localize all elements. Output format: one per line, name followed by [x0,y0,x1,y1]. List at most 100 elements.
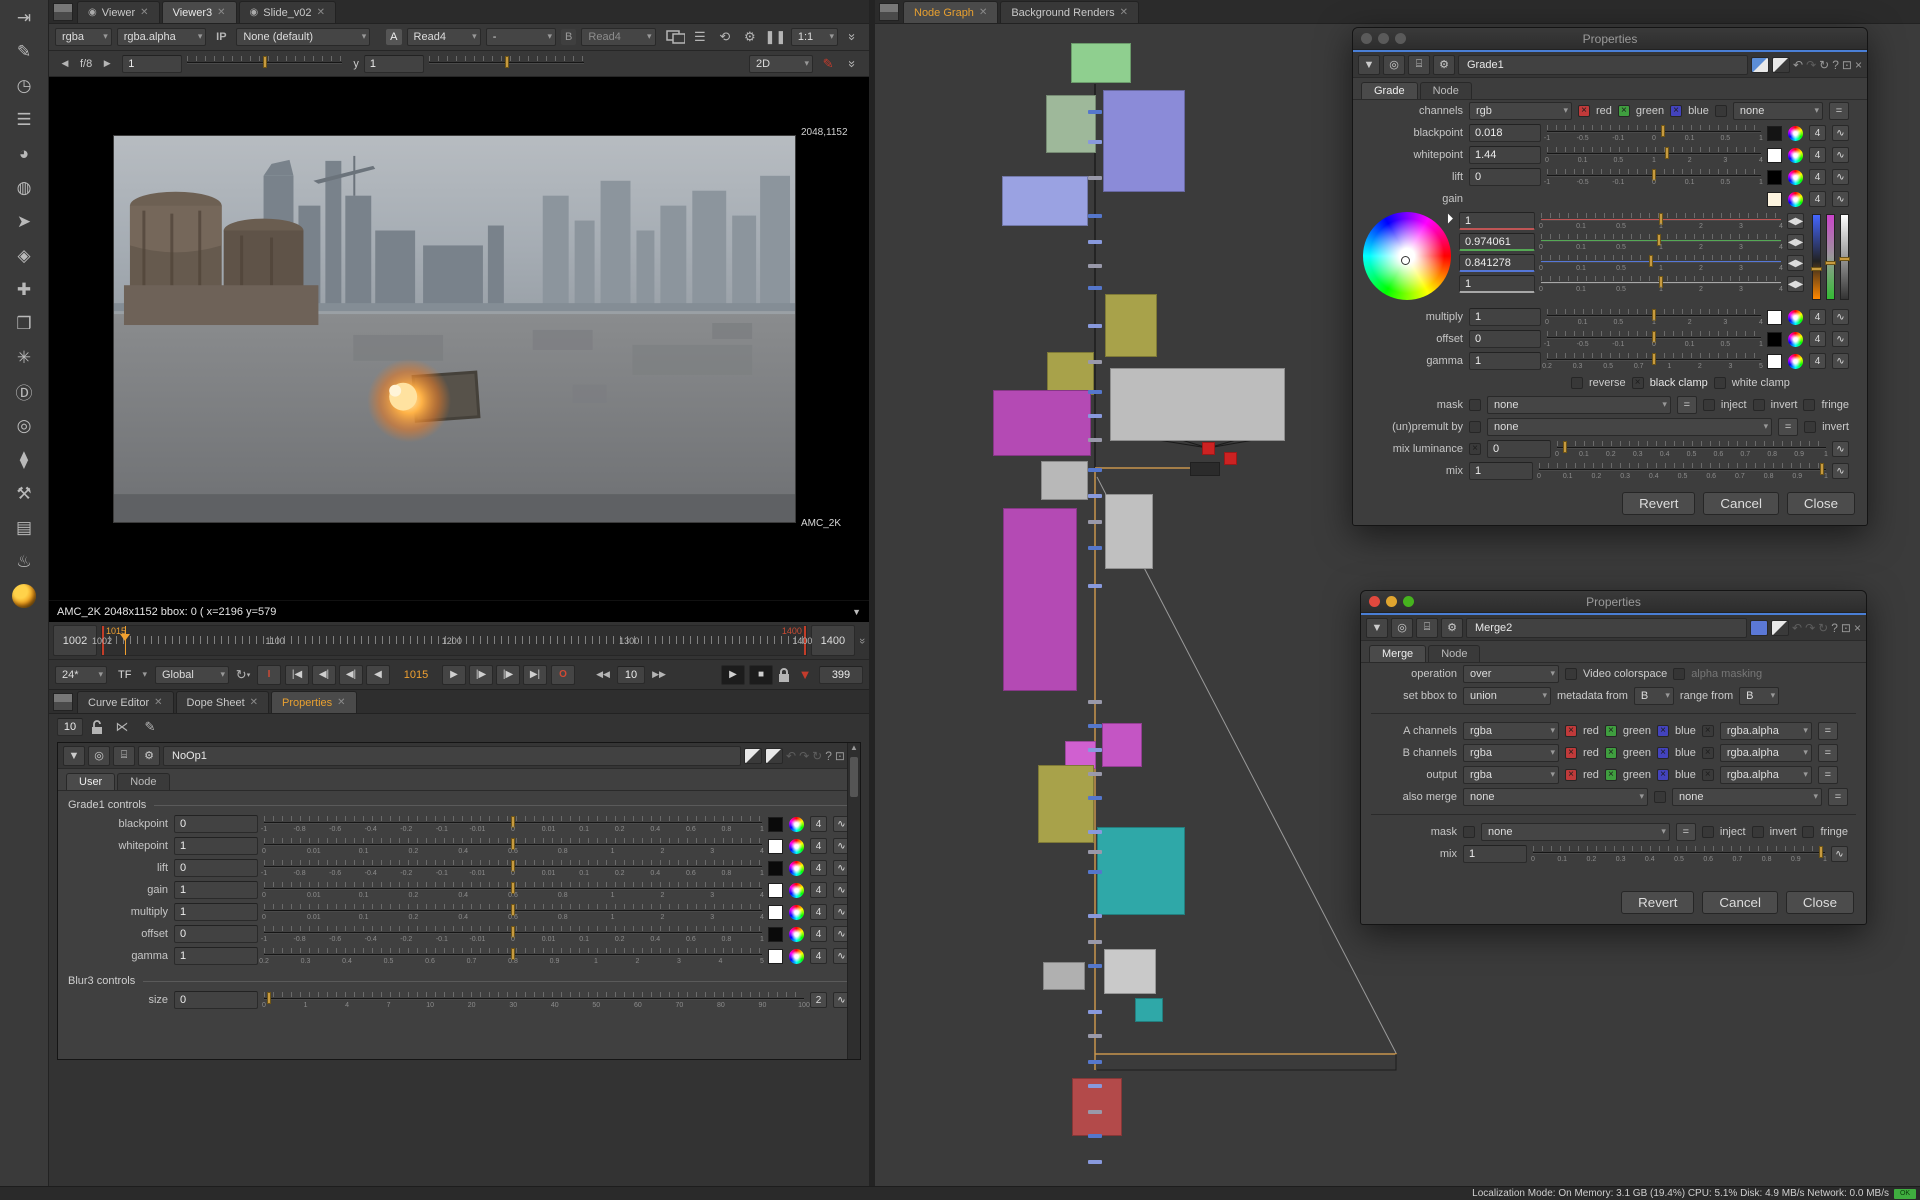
node-backdrop-5[interactable] [1047,352,1094,395]
gain-input[interactable]: 1 [122,55,182,73]
color-wheel-icon[interactable] [1788,192,1803,207]
wipe-mode-dropdown[interactable]: - [486,28,556,46]
knob-value-field[interactable]: 1 [174,903,258,921]
metadata-tag-icon[interactable]: ⧫ [11,448,37,471]
gain-channel-slider-1[interactable]: 00.10.51234 [1541,233,1781,251]
equals-button[interactable]: = [1778,418,1798,436]
color-wheel-icon[interactable] [789,927,804,942]
vertical-slider-0[interactable] [1812,214,1821,300]
equals-button[interactable]: = [1818,744,1838,762]
ng-pane-menu-button[interactable] [879,3,899,21]
node-backdrop-4[interactable] [1105,294,1157,357]
close-button[interactable]: Close [1786,891,1854,914]
blackpoint-slider[interactable]: -1-0.8-0.6-0.4-0.2-0.1-0.0100.010.10.20.… [264,815,762,833]
color-swatch[interactable] [1767,192,1782,207]
dock-tab-curve-editor[interactable]: Curve Editor✕ [77,691,174,713]
help-icon[interactable]: ? [1832,58,1839,72]
spine-node-dash[interactable] [1088,1084,1102,1088]
viewer-viewport[interactable]: 2048,1152 AMC_2K [49,77,869,601]
spine-node-dash[interactable] [1088,700,1102,704]
channel-check-label[interactable]: red [1583,769,1599,781]
color-wheel-cursor[interactable] [1401,256,1410,265]
color-wheel-icon[interactable] [789,861,804,876]
green-channel-checkbox[interactable]: × [1618,105,1630,117]
alpha-channel-checkbox[interactable]: × [1702,747,1714,759]
node-backdrop-3[interactable] [1002,176,1088,226]
spine-node-dash[interactable] [1088,1110,1102,1114]
float-window-icon[interactable]: ⊡ [1842,58,1852,72]
spine-node-dash[interactable] [1088,176,1102,180]
alpha-channel-checkbox[interactable]: × [1702,725,1714,737]
operation-dropdown[interactable]: over [1463,665,1559,683]
flipbook-marker-icon[interactable]: ▼ [795,666,815,684]
timeline-out-field[interactable]: 1400 [811,625,855,656]
green-channel-checkbox[interactable]: × [1605,725,1617,737]
a-input-dropdown[interactable]: Read4 [407,28,481,46]
knob-value-field[interactable]: 1 [174,881,258,899]
also-merge-dropdown2[interactable]: none [1672,788,1822,806]
channels-dropdown[interactable]: rgba [1463,722,1559,740]
info-dropdown-arrow[interactable]: ▼ [852,607,861,617]
jump-fwd-button[interactable]: ▶▶ [649,666,669,684]
color-swatch[interactable] [768,839,783,854]
alpha-channel-dropdown[interactable]: rgba.alpha [1720,722,1812,740]
equals-button[interactable]: = [1676,823,1696,841]
zoom-window-button[interactable] [1403,596,1414,607]
nuke-logo-icon[interactable] [12,584,36,608]
b-buffer-chip[interactable]: B [561,29,576,45]
spine-node-dash[interactable] [1088,264,1102,268]
stop-render-button[interactable]: ■ [749,665,773,685]
furnace-flame-icon[interactable]: ♨ [11,550,37,573]
node-backdrop-10[interactable] [1003,508,1077,691]
animation-curve-button[interactable]: ∿ [1832,125,1849,141]
blue-channel-checkbox[interactable]: × [1657,725,1669,737]
white-clamp-checkbox[interactable] [1714,377,1726,389]
color-swatch[interactable] [768,927,783,942]
timeline-chevron-icon[interactable]: » [856,637,868,643]
layer-dropdown[interactable]: rgba [55,28,112,46]
wrench-icon[interactable]: ⚙ [138,746,160,766]
fringe-checkbox[interactable] [1802,826,1814,838]
equals-button[interactable]: = [1818,766,1838,784]
mix-luminance-slider[interactable]: 00.10.20.30.40.50.60.70.80.91 [1557,440,1826,458]
vertical-slider-handle[interactable] [1839,257,1850,261]
channels-dropdown[interactable]: rgba [1463,744,1559,762]
split-channels-button[interactable]: 4 [1809,147,1826,163]
green-channel-checkbox[interactable]: × [1605,769,1617,781]
red-channel-checkbox[interactable]: × [1578,105,1590,117]
channels-dropdown[interactable]: rgb [1469,102,1572,120]
gain-channel-value[interactable]: 1 [1459,212,1535,230]
noop-tab-user[interactable]: User [66,773,115,790]
particles-icon[interactable]: ✳ [11,346,37,369]
alpha-channel-dropdown[interactable]: rgba.alpha [1720,744,1812,762]
whitepoint-slider[interactable]: 00.10.51234 [1547,146,1761,164]
toggle-panel-b-icon[interactable] [1772,57,1790,73]
spine-node-dash[interactable] [1088,1134,1102,1138]
mix-slider[interactable]: 00.10.20.30.40.50.60.70.80.91 [1539,462,1826,480]
mask-check-label[interactable]: invert [1770,826,1797,838]
tab-close-icon[interactable]: ✕ [979,7,987,18]
split-channels-button[interactable]: 4 [810,882,827,898]
merge-icon[interactable]: ◈ [11,244,37,267]
spine-node-dash[interactable] [1088,438,1102,442]
wrench-icon[interactable]: ⚙ [1441,618,1463,638]
spine-node-dash[interactable] [1088,110,1102,114]
time-icon[interactable]: ◷ [11,74,37,97]
gamma-slider[interactable] [429,55,584,73]
gain-slider[interactable]: 00.010.10.20.40.60.81234 [264,881,762,899]
knob-value-field[interactable]: 1.44 [1469,146,1541,164]
spine-node-dash[interactable] [1088,494,1102,498]
clamp-label[interactable]: white clamp [1732,377,1790,389]
image-icon[interactable]: ⇥ [11,6,37,29]
alpha-channel-dropdown[interactable]: rgba.alpha [1720,766,1812,784]
lift-slider[interactable]: -1-0.5-0.100.10.51 [1547,168,1761,186]
spine-node-dash[interactable] [1088,520,1102,524]
vertical-slider-handle[interactable] [1811,267,1822,271]
color-swatch[interactable] [1767,310,1782,325]
split-channels-button[interactable]: 4 [1809,169,1826,185]
node-backdrop-20[interactable] [1224,452,1237,465]
merge2-titlebar[interactable]: Properties [1361,591,1866,613]
color-wheel[interactable] [1363,212,1451,300]
split-channels-button[interactable]: 4 [810,838,827,854]
mix-slider[interactable]: 00.10.20.30.40.50.60.70.80.91 [1533,845,1825,863]
